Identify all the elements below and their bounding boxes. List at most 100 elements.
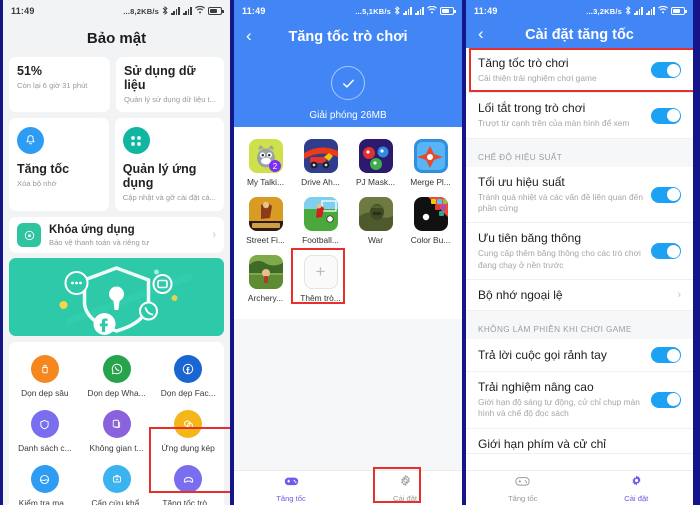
game-tile[interactable]: Archery... (238, 251, 293, 309)
toggle-switch[interactable] (651, 243, 681, 260)
setting-title: Giới hạn phím và cử chỉ (478, 436, 606, 451)
signal-bars-1-icon (171, 7, 180, 15)
toggle-switch[interactable] (651, 107, 681, 124)
bluetooth-icon (394, 5, 400, 17)
game-turbo-icon (174, 465, 203, 493)
game-tile[interactable]: Football... (293, 193, 348, 251)
status-bar: 11:49 ...5,1KB/s (234, 0, 462, 22)
network-speed-label: ...8,2KB/s (123, 6, 159, 16)
tool-game-turbo[interactable]: Tăng tốc trò... (152, 460, 224, 505)
toggle-switch[interactable] (651, 186, 681, 203)
tool-sos[interactable]: Cấp cứu khẩ. (81, 460, 153, 505)
game-label: Thêm trò... (300, 293, 341, 303)
game-tile[interactable]: Merge Pl... (403, 135, 458, 193)
section-header-performance: CHẾ ĐỘ HIỆU SUẤT (466, 144, 693, 167)
whatsapp-clean-icon (102, 355, 131, 383)
status-clock: 11:49 (474, 6, 498, 16)
setting-sub: Cải thiện trải nghiệm chơi game (478, 73, 597, 83)
signal-bars-2-icon (183, 7, 192, 15)
tool-network-test[interactable]: Kiểm tra mạ... (9, 460, 81, 505)
status-clock: 11:49 (11, 6, 35, 16)
add-game-tile[interactable]: + Thêm trò... (293, 251, 348, 309)
grid-icon (122, 127, 150, 154)
app-lock-row[interactable]: Khóa ứng dụng Bảo vệ thanh toán và riêng… (9, 217, 224, 253)
svg-text:2: 2 (272, 162, 277, 171)
game-tile-empty (403, 251, 458, 309)
game-tile[interactable]: War (348, 193, 403, 251)
toggle-switch[interactable] (651, 391, 681, 408)
football-icon (303, 197, 338, 231)
app-bar: ‹ Tăng tốc trò chơi (234, 22, 462, 52)
drive-ahead-icon (303, 139, 338, 173)
tools-grid-row-2: Danh sách c... Không gian t... Ứng dụng … (9, 405, 224, 460)
tool-label: Kiểm tra mạ... (18, 498, 71, 505)
setting-sub: Tránh quá nhiệt và các vấn đề liên quan … (478, 191, 643, 214)
back-arrow-icon[interactable]: ‹ (478, 24, 484, 44)
second-space-icon (102, 410, 131, 438)
signal-bars-2-icon (646, 7, 655, 15)
panel-turbo-settings: 11:49 ...3,2KB/s ‹ Cài đặt tăng tốc Tăng… (464, 0, 696, 505)
game-tile[interactable]: Street Fi... (238, 193, 293, 251)
setting-game-turbo[interactable]: Tăng tốc trò chơi Cải thiện trải nghiệm … (466, 48, 693, 94)
network-speed-label: ...5,1KB/s (355, 6, 391, 16)
nav-item-settings[interactable]: Cài đặt (580, 471, 694, 505)
tools-grid-row-3: Kiểm tra mạ... Cấp cứu khẩ. Tăng tốc trò… (9, 460, 224, 505)
game-tile[interactable]: Drive Ah... (293, 135, 348, 193)
toggle-switch[interactable] (651, 347, 681, 364)
page-title: Bảo mật (86, 30, 147, 47)
nav-item-boost[interactable]: Tăng tốc (466, 471, 580, 505)
privacy-banner[interactable] (9, 258, 224, 336)
boost-card[interactable]: Tăng tốc Xóa bộ nhớ (9, 118, 109, 211)
game-tile[interactable]: PJ Mask... (348, 135, 403, 193)
bottom-nav: Tăng tốc Cài đặt (234, 470, 462, 505)
nav-item-settings[interactable]: Cài đặt (348, 471, 462, 505)
setting-bandwidth-priority[interactable]: Ưu tiên băng thông Cung cấp thêm băng th… (466, 223, 693, 281)
toggle-switch[interactable] (651, 62, 681, 79)
panel-security: 11:49 ...8,2KB/s Bảo mật 51% Còn lại 6 g… (0, 0, 232, 505)
bluetooth-icon (162, 5, 168, 17)
setting-title: Trả lời cuộc gọi rảnh tay (478, 348, 607, 363)
tool-whatsapp-clean[interactable]: Dọn dẹp Wha... (81, 350, 153, 405)
setting-sub: Cung cấp thêm băng thông cho các trò chơ… (478, 248, 641, 270)
settings-list: Tăng tốc trò chơi Cải thiện trải nghiệm … (466, 48, 693, 454)
tool-facebook-clean[interactable]: Dọn dẹp Fac... (152, 350, 224, 405)
war-icon (358, 197, 393, 231)
app-bar: ‹ Cài đặt tăng tốc (466, 22, 693, 48)
tool-deep-clean[interactable]: Dọn dẹp sâu (9, 350, 81, 405)
page-title: Tăng tốc trò chơi (288, 29, 408, 45)
signal-bars-1-icon (403, 7, 412, 15)
gamepad-icon (284, 474, 299, 492)
app-manager-card[interactable]: Quản lý ứng dụng Cập nhật và gỡ cài đặt … (114, 118, 224, 211)
setting-memory-exception[interactable]: Bộ nhớ ngoại lệ › (466, 280, 693, 312)
status-clock: 11:49 (242, 6, 266, 16)
tool-label: Ứng dụng kép (161, 443, 215, 453)
game-tile[interactable]: Color Bu... (403, 193, 458, 251)
tool-second-space[interactable]: Không gian t... (81, 405, 153, 460)
battery-card[interactable]: 51% Còn lại 6 giờ 31 phút (9, 57, 110, 112)
battery-percent: 51% (17, 64, 43, 78)
back-arrow-icon[interactable]: ‹ (246, 26, 252, 46)
street-fighter-icon (248, 197, 283, 231)
nav-label: Cài đặt (624, 493, 649, 503)
tool-blocklist[interactable]: Danh sách c... (9, 405, 81, 460)
game-tile[interactable]: 2 My Talki... (238, 135, 293, 193)
setting-in-game-shortcut[interactable]: Lối tắt trong trò chơi Trượt từ cạnh trê… (466, 93, 693, 139)
game-row-2: Street Fi... Football... War Color Bu... (238, 193, 458, 251)
archery-icon (248, 255, 283, 289)
network-test-icon (30, 465, 59, 493)
setting-optimize-performance[interactable]: Tối ưu hiệu suất Tránh quá nhiệt và các … (466, 167, 693, 224)
nav-item-boost[interactable]: Tăng tốc (234, 471, 348, 505)
setting-handsfree-answer[interactable]: Trả lời cuộc gọi rảnh tay (466, 339, 693, 373)
chevron-right-icon: › (212, 229, 216, 241)
bottom-nav: Tăng tốc Cài đặt (466, 470, 693, 505)
game-row-1: 2 My Talki... Drive Ah... PJ Mask... Mer… (238, 135, 458, 193)
add-game-icon: + (303, 255, 338, 289)
section-header-dnd: KHÔNG LÀM PHIỀN KHI CHƠI GAME (466, 317, 693, 340)
tool-label: Tăng tốc trò... (162, 498, 215, 505)
data-usage-card[interactable]: Sử dụng dữ liệu Quản lý sử dụng dữ liệu … (115, 57, 224, 112)
panel-game-turbo: 11:49 ...5,1KB/s ‹ Tăng tốc trò chơi Giả… (232, 0, 464, 505)
setting-key-gesture-limit[interactable]: Giới hạn phím và cử chỉ (466, 429, 693, 454)
setting-enhanced-experience[interactable]: Trải nghiệm nâng cao Giới hạn độ sáng tự… (466, 372, 693, 429)
app-lock-title: Khóa ứng dụng (49, 223, 135, 236)
tool-dual-apps[interactable]: Ứng dụng kép (152, 405, 224, 460)
